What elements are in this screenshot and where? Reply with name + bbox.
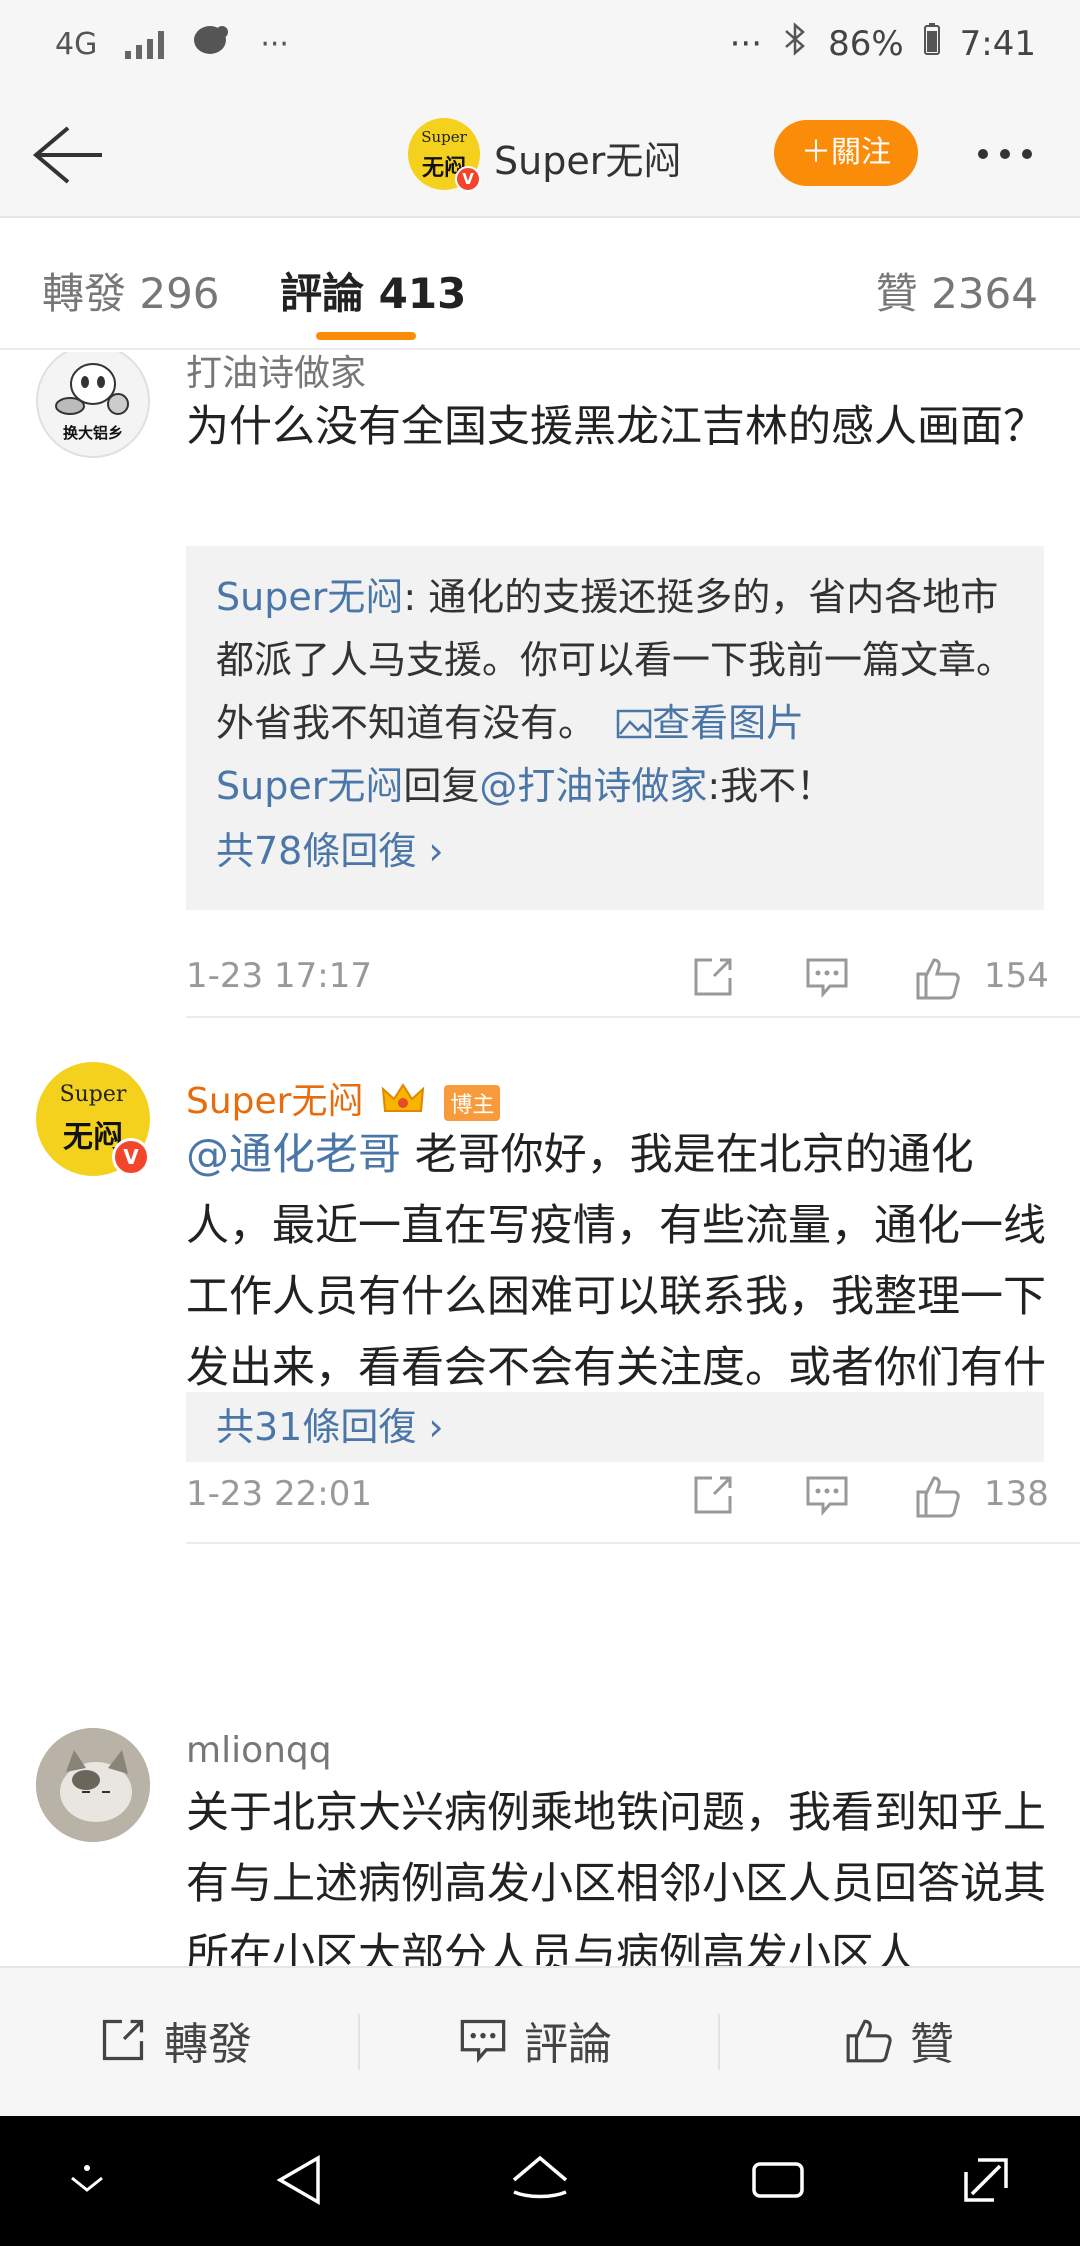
nav-hide-button[interactable]	[62, 2152, 112, 2212]
header-user-name[interactable]: Super无闷	[494, 130, 681, 185]
reply-preview-box[interactable]: Super无闷: 通化的支援还挺多的，省内各地市都派了人马支援。你可以看一下我前…	[186, 546, 1044, 910]
comment-mention[interactable]: @通化老哥	[186, 1130, 401, 1180]
tab-reposts[interactable]: 轉發 296	[42, 260, 220, 321]
back-button[interactable]	[28, 120, 108, 190]
chevron-down-icon	[71, 2165, 103, 2192]
view-all-replies-link[interactable]: 共31條回復 ›	[216, 1405, 444, 1449]
crown-icon	[375, 1081, 436, 1122]
commenter-name[interactable]: mlionqq	[186, 1730, 332, 1771]
comment-icon	[806, 1476, 848, 1516]
dot-icon	[1022, 149, 1032, 159]
like-button[interactable]	[914, 954, 962, 1006]
reply-item: Super无闷回复@打油诗做家:我不！	[216, 755, 1014, 818]
tab-bar: 轉發 296 評論 413 贊 2364	[0, 220, 1080, 350]
back-triangle-icon	[276, 2154, 320, 2206]
view-image-link[interactable]: 查看图片	[608, 701, 804, 745]
notification-icon	[192, 22, 232, 66]
comment-meta: 1-23 17:17 154	[186, 948, 1049, 1008]
verified-badge-icon: V	[112, 1138, 150, 1176]
dot-icon	[978, 149, 988, 159]
system-nav-bar	[0, 2116, 1080, 2246]
more-options-button[interactable]	[978, 134, 1050, 174]
active-tab-indicator	[316, 332, 416, 340]
comment-divider	[186, 1542, 1080, 1544]
network-indicator: 4G	[55, 26, 98, 62]
comment-divider	[186, 1016, 1080, 1018]
repost-icon	[102, 2019, 144, 2061]
like-count: 138	[984, 1474, 1049, 1514]
thumbs-up-icon	[916, 1476, 960, 1518]
repost-label: 轉發	[164, 2019, 252, 2070]
share-button[interactable]	[690, 954, 736, 1004]
reply-mention[interactable]: @打油诗做家	[479, 764, 707, 808]
share-icon	[694, 1476, 732, 1514]
comment-time: 1-23 17:17	[186, 956, 372, 996]
commenter-avatar[interactable]: 换大铝乡	[36, 352, 150, 458]
battery-percent: 86%	[828, 23, 904, 64]
recents-icon	[752, 2162, 804, 2198]
comment-list[interactable]: 换大铝乡 打油诗做家 为什么没有全国支援黑龙江吉林的感人画面？ Super无闷:…	[0, 352, 1080, 1966]
nav-home-button[interactable]	[508, 2152, 572, 2212]
reply-author[interactable]: Super无闷	[216, 575, 403, 619]
commenter-name[interactable]: 打油诗做家	[186, 352, 366, 396]
home-icon	[512, 2155, 568, 2199]
reply-button[interactable]	[804, 1472, 850, 1522]
comment-meta: 1-23 22:01 138	[186, 1466, 1049, 1526]
more-status: ···	[729, 23, 763, 64]
verified-badge-icon: V	[455, 166, 481, 192]
like-action-button[interactable]: 贊	[844, 2008, 954, 2072]
reply-preview-box[interactable]: 共31條回復 ›	[186, 1392, 1044, 1462]
nav-expand-button[interactable]	[958, 2152, 1014, 2212]
repost-action-button[interactable]: 轉發	[98, 2008, 252, 2072]
bottom-action-bar: 轉發 評論 贊	[0, 1966, 1080, 2116]
reply-button[interactable]	[804, 954, 850, 1004]
share-button[interactable]	[690, 1472, 736, 1522]
more-notifications: ···	[260, 26, 289, 62]
avatar-text-top: Super	[59, 1082, 127, 1107]
follow-button[interactable]: ＋關注	[774, 120, 918, 186]
owner-badge: 博主	[444, 1085, 501, 1121]
back-arrow-icon	[32, 126, 102, 184]
comment-time: 1-23 22:01	[186, 1474, 372, 1514]
share-icon	[694, 958, 732, 996]
signal-icon	[125, 29, 165, 59]
view-image-label: 查看图片	[652, 701, 805, 745]
commenter-avatar[interactable]	[36, 1728, 150, 1842]
nav-recents-button[interactable]	[748, 2152, 808, 2212]
like-label: 贊	[910, 2019, 954, 2070]
expand-icon	[964, 2158, 1008, 2202]
reply-author[interactable]: Super无闷	[216, 764, 403, 808]
tab-likes[interactable]: 贊 2364	[876, 260, 1038, 321]
comment-action-button[interactable]: 評論	[458, 2008, 612, 2072]
comment-text: 关于北京大兴病例乘地铁问题，我看到知乎上有与上述病例高发小区相邻小区人员回答说其…	[186, 1788, 1046, 1966]
clock: 7:41	[959, 23, 1036, 64]
reply-text: :我不！	[707, 764, 835, 808]
like-count: 154	[984, 956, 1049, 996]
comment-icon	[460, 2019, 506, 2063]
thumbs-up-icon	[846, 2019, 892, 2063]
reply-item: Super无闷: 通化的支援还挺多的，省内各地市都派了人马支援。你可以看一下我前…	[216, 566, 1014, 755]
separator	[358, 2014, 360, 2070]
cat-avatar-icon	[36, 1728, 150, 1842]
nav-back-button[interactable]	[272, 2152, 328, 2212]
image-icon	[616, 709, 652, 739]
dot-icon	[1000, 149, 1010, 159]
reply-connector: 回复	[403, 764, 480, 808]
battery-icon	[923, 23, 940, 64]
comment-text: 为什么没有全国支援黑龙江吉林的感人画面？	[186, 402, 1046, 452]
like-button[interactable]	[914, 1472, 962, 1524]
avatar-text-top: Super	[421, 128, 467, 146]
bluetooth-icon	[782, 22, 808, 65]
separator	[718, 2014, 720, 2070]
avatar-caption: 换大铝乡	[62, 424, 123, 442]
top-header: Super 无闷 V Super无闷 ＋關注	[0, 90, 1080, 218]
comment-label: 評論	[524, 2019, 612, 2070]
status-bar: 4G ··· ··· 86% 7:41	[0, 0, 1080, 90]
comment-icon	[806, 958, 848, 998]
view-all-replies-link[interactable]: 共78條回復 ›	[216, 820, 1014, 883]
thumbs-up-icon	[916, 958, 960, 1000]
commenter-name-row: Super无闷 博主	[186, 1072, 501, 1124]
commenter-name[interactable]: Super无闷	[186, 1081, 363, 1122]
